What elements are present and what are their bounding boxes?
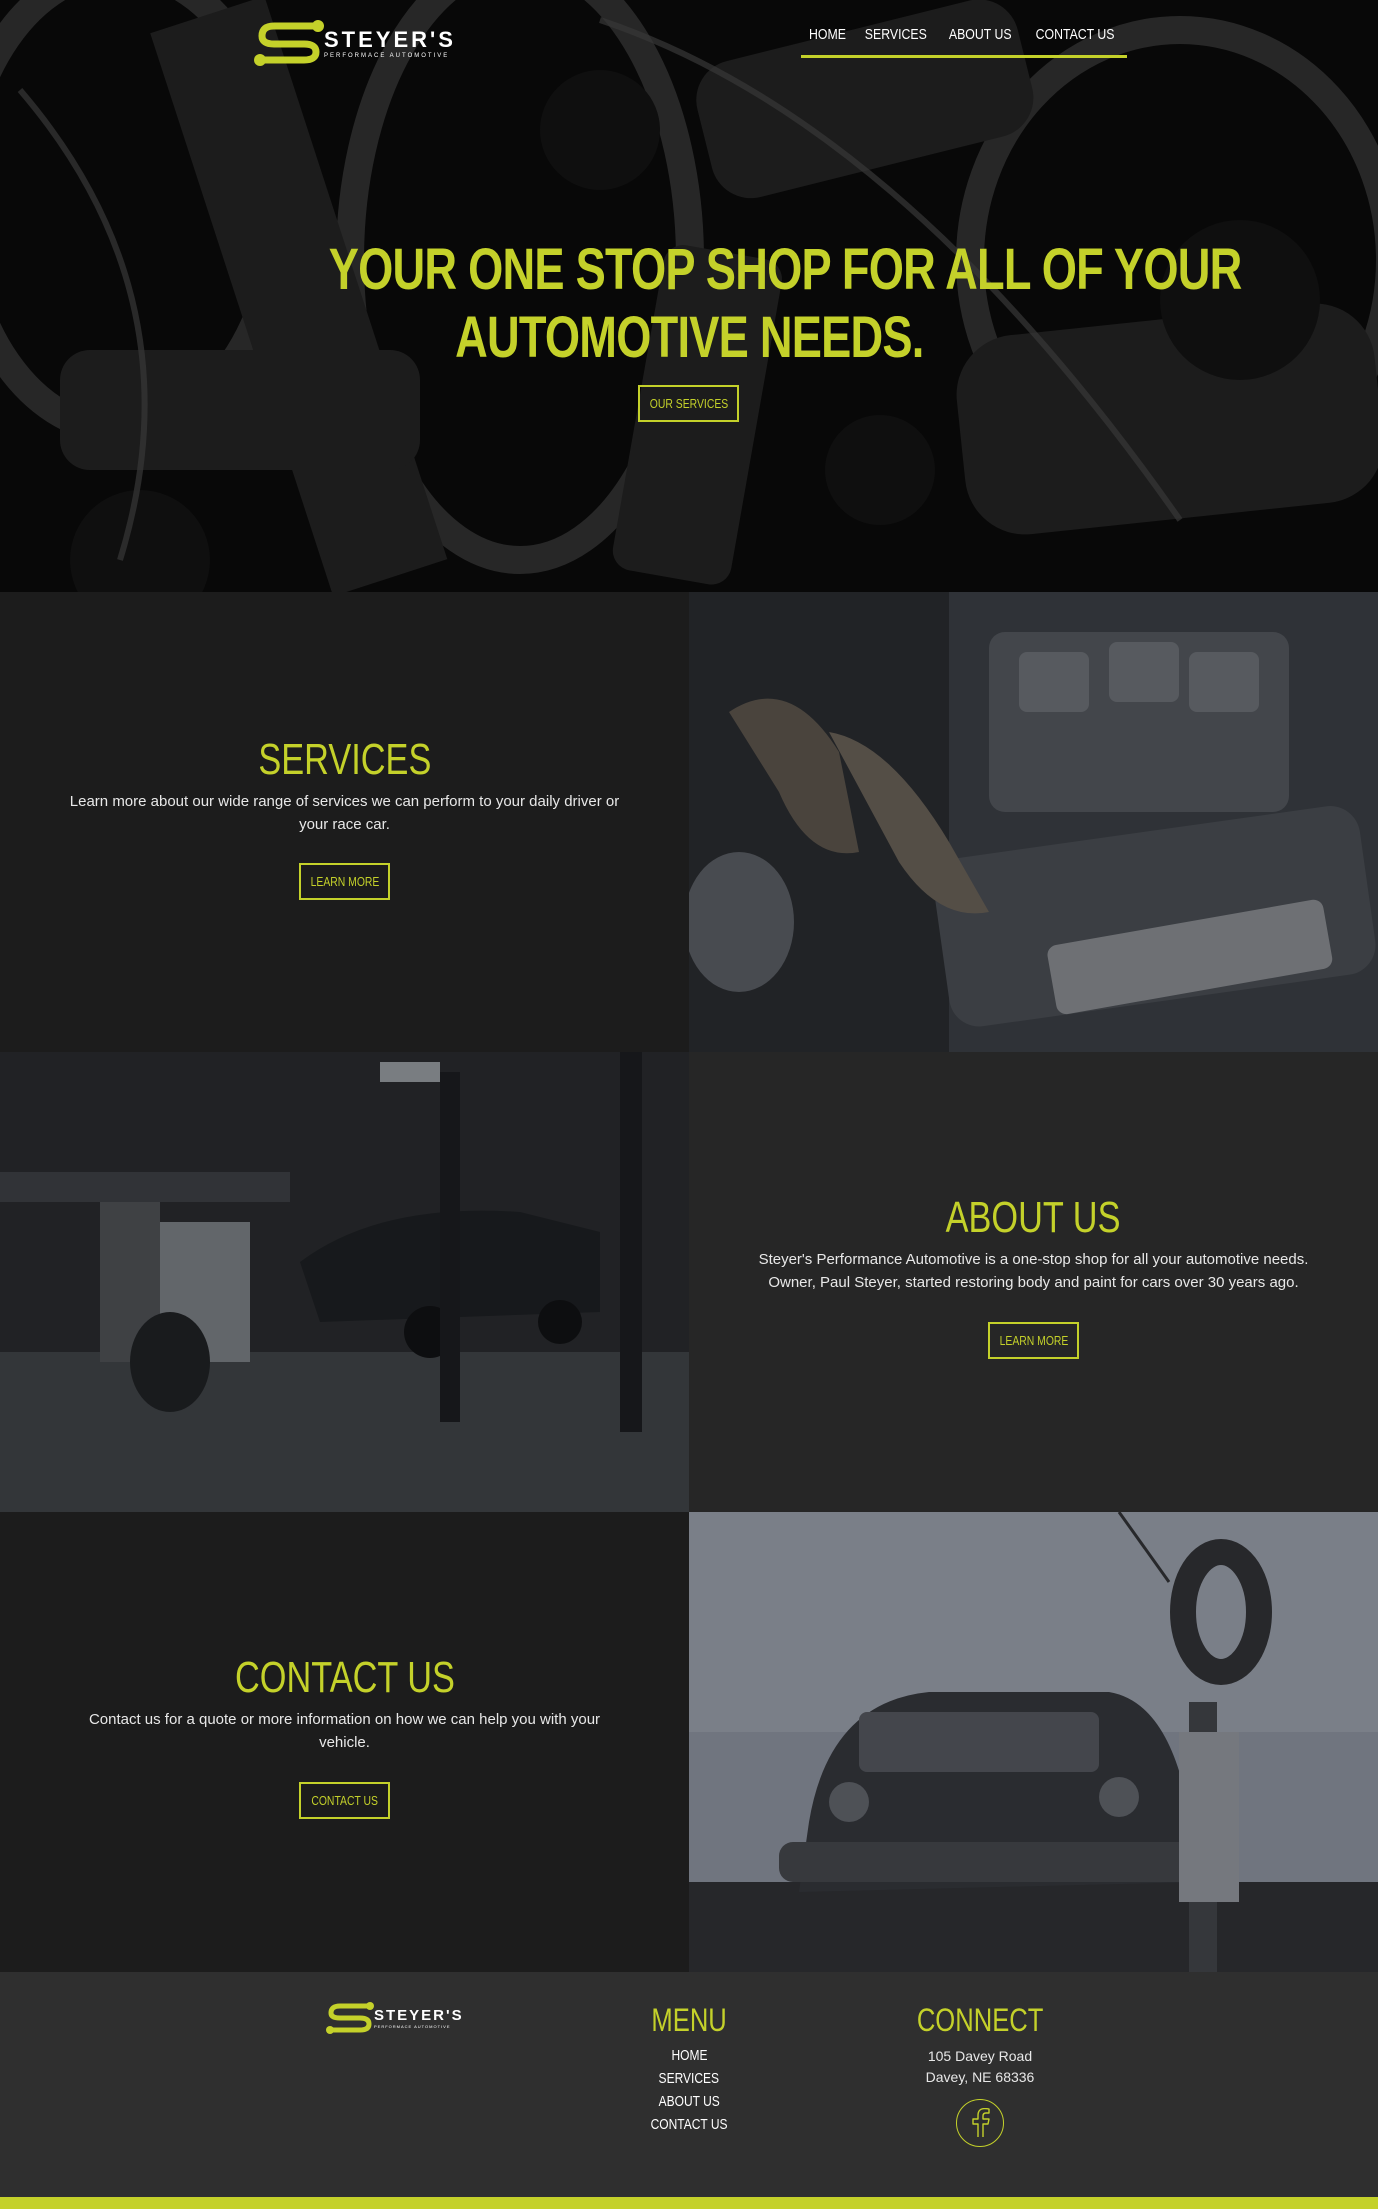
footer-menu-home[interactable]: HOME xyxy=(589,2044,789,2067)
logo-wrench-s-icon xyxy=(254,20,324,66)
contact-description: Contact us for a quote or more informati… xyxy=(88,1711,601,1751)
our-services-button-label: OUR SERVICES xyxy=(649,396,728,411)
address-line-2: Davey, NE 68336 xyxy=(925,2069,1035,2085)
footer-menu-services[interactable]: SERVICES xyxy=(589,2067,789,2090)
footer-menu: HOME SERVICES ABOUT US CONTACT US xyxy=(589,2044,789,2136)
footer-menu-heading: MENU xyxy=(651,2002,727,2038)
services-learn-more-label: LEARN MORE xyxy=(310,874,379,889)
facebook-icon[interactable] xyxy=(956,2099,1004,2147)
scrollbar-gutter xyxy=(1378,0,1392,2209)
facebook-glyph-icon xyxy=(972,2108,990,2137)
hero-section: STEYER'S PERFORMACE AUTOMOTIVE HOME SERV… xyxy=(0,0,1378,592)
nav-about-us[interactable]: ABOUT US xyxy=(949,22,1012,43)
footer-logo-tagline: PERFORMACE AUTOMOTIVE xyxy=(374,2023,451,2029)
classic-car-photo xyxy=(689,1512,1378,1972)
logo-tagline: PERFORMACE AUTOMOTIVE xyxy=(324,53,450,59)
footer-logo-wrench-s-icon xyxy=(326,2002,374,2034)
footer-menu-about-us[interactable]: ABOUT US xyxy=(589,2090,789,2113)
page: STEYER'S PERFORMACE AUTOMOTIVE HOME SERV… xyxy=(0,0,1378,2209)
services-heading: SERVICES xyxy=(258,735,431,784)
hero-title-line1: YOUR ONE STOP SHOP FOR ALL OF YOUR xyxy=(328,237,1243,302)
about-section: ABOUT US Steyer's Performance Automotive… xyxy=(689,1052,1378,1512)
hero-title: YOUR ONE STOP SHOP FOR ALL OF YOUR AUTOM… xyxy=(200,236,1243,372)
about-heading: ABOUT US xyxy=(946,1193,1121,1242)
nav-home[interactable]: HOME xyxy=(809,22,846,43)
footer-accent-bar xyxy=(0,2197,1378,2209)
about-learn-more-button[interactable]: LEARN MORE xyxy=(988,1322,1079,1359)
footer-menu-contact-us[interactable]: CONTACT US xyxy=(589,2113,789,2136)
hero-title-line2: AUTOMOTIVE NEEDS. xyxy=(454,305,924,370)
footer-connect-heading: CONNECT xyxy=(916,2002,1044,2038)
engine-photo xyxy=(689,592,1378,1052)
about-description: Steyer's Performance Automotive is a one… xyxy=(758,1251,1309,1291)
nav-contact-us[interactable]: CONTACT US xyxy=(1035,22,1114,43)
services-learn-more-button[interactable]: LEARN MORE xyxy=(299,863,390,900)
services-section: SERVICES Learn more about our wide range… xyxy=(0,592,689,1052)
logo-wordmark: STEYER'S xyxy=(324,27,456,52)
footer-brand-logo[interactable]: STEYER'S PERFORMACE AUTOMOTIVE xyxy=(324,2000,464,2034)
garage-photo xyxy=(0,1052,689,1512)
about-learn-more-label: LEARN MORE xyxy=(999,1333,1068,1348)
brand-logo[interactable]: STEYER'S PERFORMACE AUTOMOTIVE xyxy=(252,18,456,66)
footer-logo-wordmark: STEYER'S xyxy=(374,2006,464,2024)
main-nav: HOME SERVICES ABOUT US CONTACT US xyxy=(801,22,1127,58)
address-line-1: 105 Davey Road xyxy=(927,2048,1033,2064)
footer-address: 105 Davey Road Davey, NE 68336 xyxy=(880,2046,1080,2088)
contact-heading: CONTACT US xyxy=(234,1653,455,1702)
contact-us-button-label: CONTACT US xyxy=(311,1793,378,1808)
contact-us-button[interactable]: CONTACT US xyxy=(299,1782,390,1819)
contact-section: CONTACT US Contact us for a quote or mor… xyxy=(0,1512,689,1972)
our-services-button[interactable]: OUR SERVICES xyxy=(638,385,739,422)
services-description: Learn more about our wide range of servi… xyxy=(69,793,620,833)
nav-services[interactable]: SERVICES xyxy=(865,22,927,43)
